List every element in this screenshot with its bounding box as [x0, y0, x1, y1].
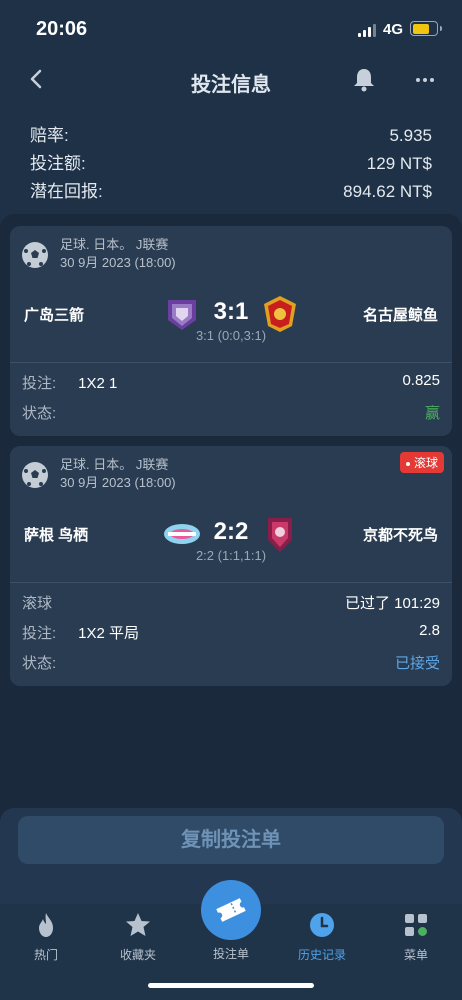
live-dot-icon — [405, 461, 410, 466]
status-badge: 赢 — [424, 405, 440, 422]
ticket-icon — [216, 898, 246, 922]
star-icon — [126, 913, 150, 936]
page-title: 投注信息 — [191, 74, 271, 96]
score-detail: 3:1 (0:0,3:1) — [195, 328, 267, 343]
status-time: 20:06 — [36, 18, 88, 40]
bet-card[interactable]: 滚球 足球. 日本。 J联赛 30 9月 2023 (18:00) 萨根 鸟栖 … — [10, 446, 452, 686]
tab-label: 收藏夹 — [119, 948, 156, 962]
bet-selection: 1X2 平局 — [78, 625, 140, 642]
network-type: 4G — [383, 21, 404, 38]
soccer-ball-icon — [22, 462, 48, 488]
live-badge: 滚球 — [399, 452, 444, 473]
live-badge-label: 滚球 — [413, 456, 438, 470]
bet-status-row: 状态: 已接受 — [22, 652, 440, 673]
bet-odds: 2.8 — [419, 622, 440, 639]
tab-label: 历史记录 — [297, 948, 346, 962]
bet-label: 投注: — [22, 375, 57, 392]
clock-icon — [310, 913, 334, 937]
bet-odds: 0.825 — [402, 372, 440, 389]
summary-value: 5.935 — [389, 126, 432, 145]
bet-card[interactable]: 足球. 日本。 J联赛 30 9月 2023 (18:00) 广岛三箭 3:1 … — [10, 226, 452, 436]
elapsed-time: 已过了 101:29 — [344, 595, 440, 612]
divider — [10, 362, 452, 363]
live-time-row: 滚球 已过了 101:29 — [22, 592, 440, 613]
divider — [10, 582, 452, 583]
summary-odds-row: 赔率: 5.935 — [30, 122, 432, 150]
away-team: 名古屋鲸鱼 — [362, 307, 438, 324]
match-date: 30 9月 2023 (18:00) — [60, 475, 176, 490]
tab-hot[interactable]: 热门 — [6, 910, 86, 963]
soccer-ball-icon — [22, 242, 48, 268]
home-indicator — [148, 983, 314, 988]
bet-selection-row: 投注: 1X2 1 0.825 — [22, 372, 440, 393]
bet-status-row: 状态: 赢 — [22, 402, 440, 423]
bet-selection-row: 投注: 1X2 平局 2.8 — [22, 622, 440, 643]
summary-label: 潜在回报: — [30, 182, 103, 201]
copy-bet-slip-button[interactable]: 复制投注单 — [18, 816, 444, 864]
away-team: 京都不死鸟 — [362, 527, 438, 544]
live-label: 滚球 — [22, 595, 53, 612]
tab-menu[interactable]: 菜单 — [376, 910, 456, 963]
league-name: 足球. 日本。 J联赛 — [60, 457, 169, 472]
tab-label: 投注单 — [212, 947, 249, 961]
tab-bet-slip[interactable] — [201, 880, 261, 940]
status-badge: 已接受 — [394, 655, 440, 672]
summary-return-row: 潜在回报: 894.62 NT$ — [30, 178, 432, 206]
score-detail: 2:2 (1:1,1:1) — [195, 548, 267, 563]
bet-summary: 赔率: 5.935 投注额: 129 NT$ 潜在回报: 894.62 NT$ — [30, 122, 432, 206]
status-label: 状态: — [22, 405, 57, 422]
tab-label: 热门 — [33, 948, 58, 962]
status-bar: 20:06 4G — [0, 0, 462, 54]
fire-icon — [39, 913, 53, 937]
more-icon[interactable] — [416, 78, 434, 82]
bell-icon[interactable] — [352, 67, 376, 93]
bet-label: 投注: — [22, 625, 57, 642]
bet-selection: 1X2 1 — [78, 375, 118, 392]
signal-icon — [358, 24, 376, 37]
summary-label: 赔率: — [30, 126, 69, 145]
tab-favorites[interactable]: 收藏夹 — [98, 910, 178, 963]
tab-label: 菜单 — [403, 948, 428, 962]
summary-label: 投注额: — [30, 154, 86, 173]
status-label: 状态: — [22, 655, 57, 672]
summary-value: 894.62 NT$ — [343, 182, 432, 201]
header: 投注信息 — [0, 58, 462, 102]
tab-history[interactable]: 历史记录 — [282, 910, 362, 963]
summary-value: 129 NT$ — [366, 154, 432, 173]
league-name: 足球. 日本。 J联赛 — [60, 237, 169, 252]
summary-stake-row: 投注额: 129 NT$ — [30, 150, 432, 178]
grid-icon — [405, 914, 427, 936]
battery-icon — [410, 21, 442, 36]
match-date: 30 9月 2023 (18:00) — [60, 255, 176, 270]
